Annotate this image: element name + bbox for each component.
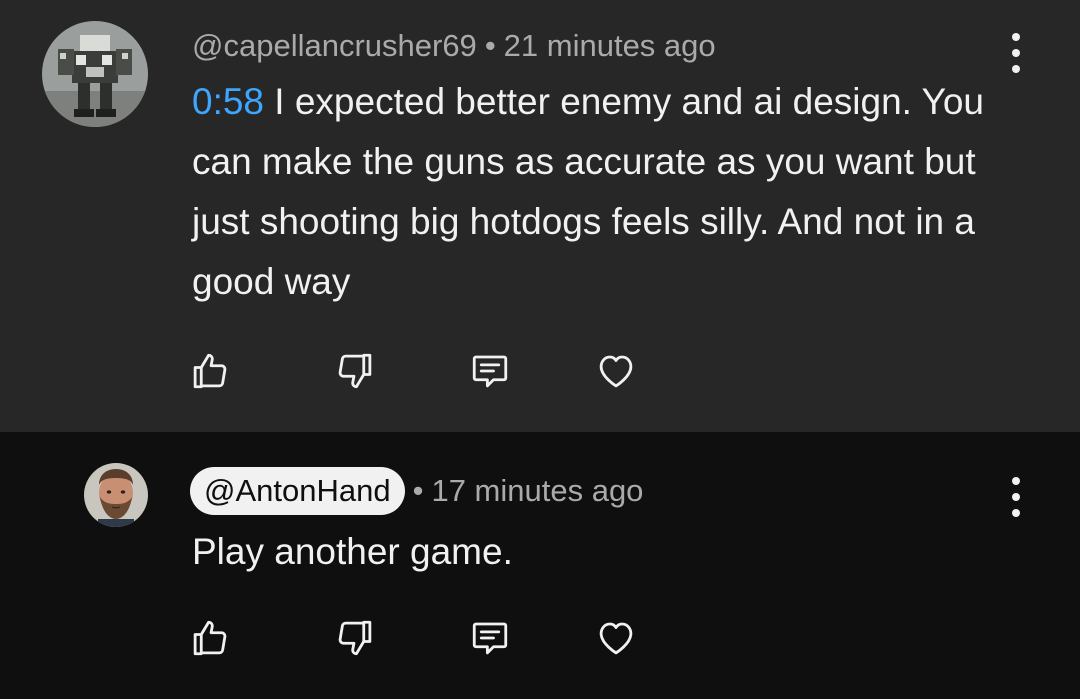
comment-text: 0:58 I expected better enemy and ai desi… <box>192 72 992 312</box>
comment-time: 21 minutes ago <box>503 28 716 63</box>
timestamp-link[interactable]: 0:58 <box>192 81 264 122</box>
meta-separator: • <box>484 28 496 63</box>
more-dot <box>1012 509 1020 517</box>
thumbs-down-icon <box>338 620 372 656</box>
heart-button[interactable] <box>592 614 640 662</box>
thumbs-down-icon <box>338 353 372 389</box>
more-dot <box>1012 49 1020 57</box>
reply-button[interactable] <box>466 347 514 395</box>
comment-meta: @AntonHand • 17 minutes ago <box>190 464 644 518</box>
comment-meta: @capellancrusher69 • 21 minutes ago <box>192 24 716 68</box>
meta-separator: • <box>412 473 424 508</box>
heart-button[interactable] <box>592 347 640 395</box>
mech-robot-avatar <box>42 21 148 127</box>
more-dot <box>1012 477 1020 485</box>
more-dot <box>1012 33 1020 41</box>
heart-icon <box>599 622 633 655</box>
comment-text: Play another game. <box>192 531 513 572</box>
more-dot <box>1012 493 1020 501</box>
comment-body: I expected better enemy and ai design. Y… <box>192 81 984 302</box>
more-dot <box>1012 65 1020 73</box>
comment-thread-reply: @AntonHand • 17 minutes ago Play another… <box>0 432 1080 699</box>
reply-icon <box>472 622 508 655</box>
more-vert-icon[interactable] <box>1004 33 1028 73</box>
avatar[interactable] <box>42 21 148 127</box>
thumbs-up-icon <box>193 353 227 389</box>
comment-author[interactable]: @AntonHand <box>190 467 405 515</box>
comment-thread-top: @capellancrusher69 • 21 minutes ago 0:58… <box>0 0 1080 432</box>
bearded-man-avatar <box>84 463 148 527</box>
dislike-button[interactable] <box>331 614 379 662</box>
comment-time: 17 minutes ago <box>431 473 644 508</box>
reply-button[interactable] <box>466 614 514 662</box>
reply-icon <box>472 355 508 388</box>
heart-icon <box>599 355 633 388</box>
comment-author[interactable]: @capellancrusher69 <box>192 28 477 64</box>
like-button[interactable] <box>186 347 234 395</box>
like-button[interactable] <box>186 614 234 662</box>
avatar[interactable] <box>84 463 148 527</box>
more-vert-icon[interactable] <box>1004 477 1028 517</box>
dislike-button[interactable] <box>331 347 379 395</box>
thumbs-up-icon <box>193 620 227 656</box>
